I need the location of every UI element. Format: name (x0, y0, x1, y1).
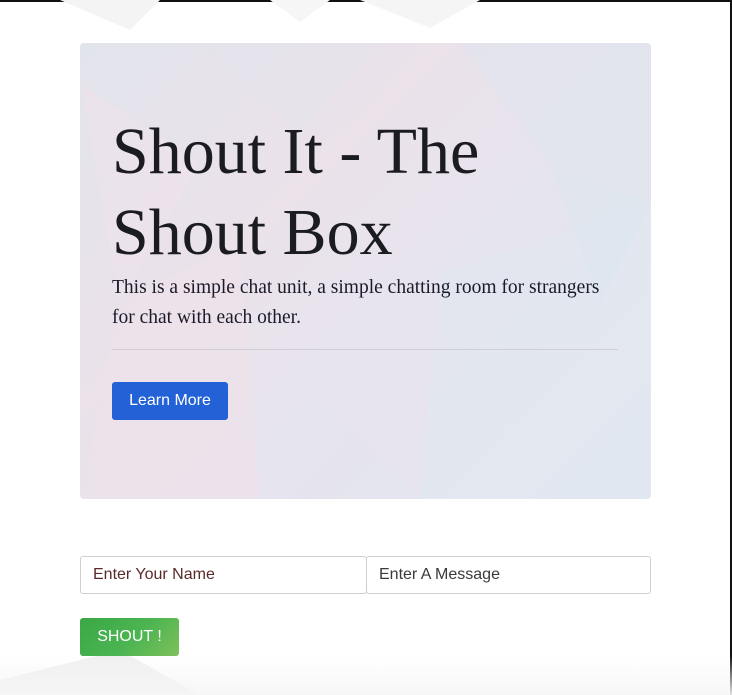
hero-description: This is a simple chat unit, a simple cha… (112, 277, 600, 328)
message-input[interactable] (366, 556, 651, 594)
name-input[interactable] (80, 556, 367, 594)
shout-form (80, 556, 651, 594)
hero-divider (112, 349, 618, 350)
bottom-fade (0, 655, 732, 695)
learn-more-button[interactable]: Learn More (112, 382, 228, 420)
top-border (0, 0, 732, 2)
page-title: Shout It - The Shout Box (112, 115, 480, 269)
shout-button[interactable]: SHOUT ! (80, 618, 179, 656)
hero-jumbotron: Shout It - The Shout Box This is a simpl… (80, 43, 651, 499)
